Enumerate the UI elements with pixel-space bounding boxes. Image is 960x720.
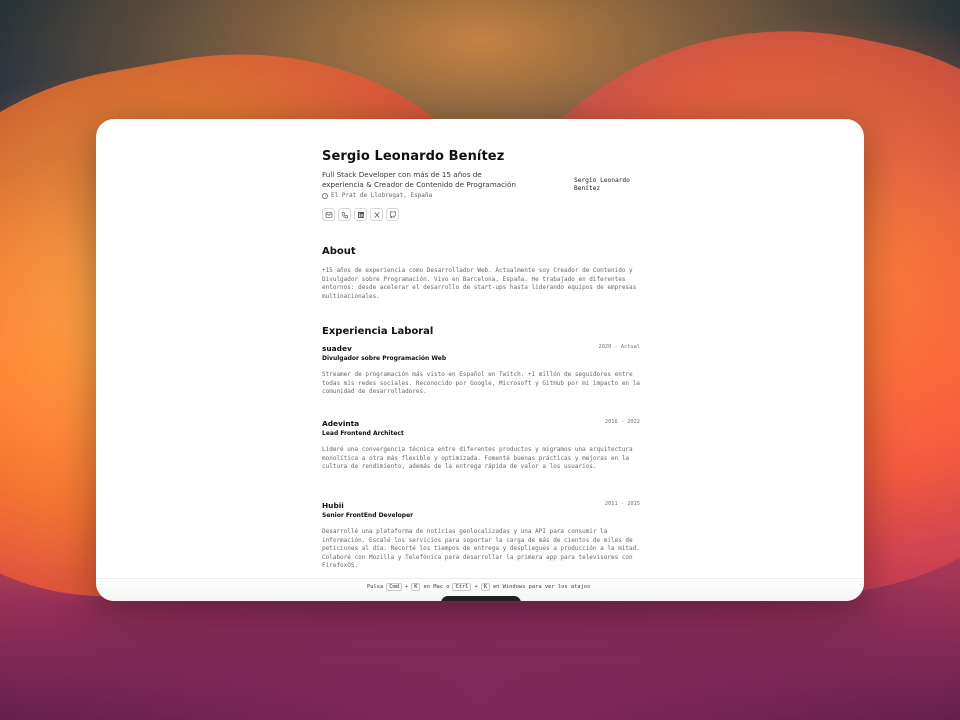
job-description: Lideré una convergencia técnica entre di…: [322, 446, 633, 471]
location-text: El Prat de Llobregat, España: [331, 192, 433, 199]
hint-on-windows: en Windows para ver los atajos: [492, 584, 591, 590]
linkedin-icon[interactable]: [354, 208, 367, 221]
job-dates: 2011 - 2015: [604, 501, 640, 507]
hint-plus: +: [474, 584, 478, 590]
job-dates: 2020 - Actual: [598, 344, 640, 350]
command-menu-button[interactable]: [441, 596, 521, 601]
phone-icon[interactable]: [338, 208, 351, 221]
job-company[interactable]: Adevinta: [322, 419, 359, 428]
job-dates: 2016 - 2022: [604, 419, 640, 425]
job-company[interactable]: suadev: [322, 344, 352, 353]
job-description: Desarrollé una plataforma de noticias ge…: [322, 528, 640, 570]
profile-headline: Full Stack Developer con más de 15 años …: [322, 170, 517, 189]
about-text: +15 años de experiencia como Desarrollad…: [322, 267, 637, 300]
mail-icon[interactable]: [322, 208, 335, 221]
profile-location: El Prat de Llobregat, España: [322, 192, 432, 199]
about-heading: About: [322, 246, 356, 257]
x-icon[interactable]: [370, 208, 383, 221]
kbd-k: K: [480, 583, 490, 591]
contact-links: [322, 208, 399, 221]
github-icon[interactable]: [386, 208, 399, 221]
job-role: Divulgador sobre Programación Web: [322, 355, 447, 362]
job-company[interactable]: Hubii: [322, 501, 344, 510]
kbd-ctrl: Ctrl: [452, 583, 472, 591]
job-role: Senior FrontEnd Developer: [322, 512, 414, 519]
kbd-k: K: [411, 583, 421, 591]
hint-on-mac: en Mac o: [423, 584, 450, 590]
experience-heading: Experiencia Laboral: [322, 326, 434, 337]
hint-plus: +: [404, 584, 409, 590]
kbd-cmd: Cmd: [386, 583, 402, 591]
globe-icon: [322, 192, 328, 199]
cv-content: Sergio Leonardo Benítez Full Stack Devel…: [322, 119, 642, 579]
keyboard-shortcut-hint: Pulsa Cmd + K en Mac o Ctrl + K en Windo…: [367, 583, 590, 591]
avatar-alt-text: Sergio Leonardo Benítez: [574, 177, 630, 192]
hint-press: Pulsa: [367, 584, 384, 590]
job-description: Streamer de programación más visto en Es…: [322, 371, 640, 396]
job-role: Lead Frontend Architect: [322, 430, 404, 437]
profile-name: Sergio Leonardo Benítez: [322, 149, 505, 164]
browser-window: Sergio Leonardo Benítez Full Stack Devel…: [96, 119, 864, 601]
